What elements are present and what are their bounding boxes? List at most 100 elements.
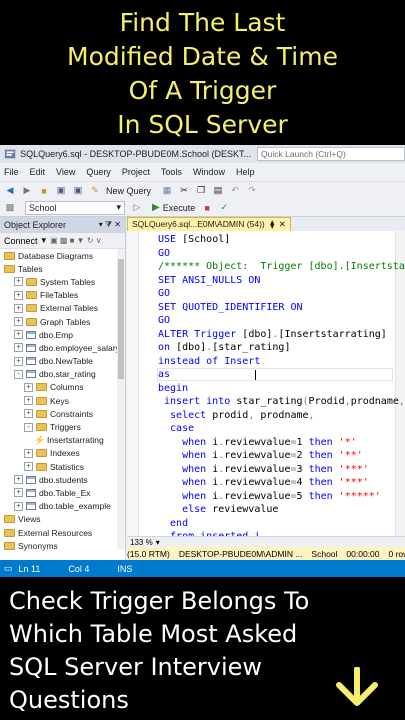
tree-item[interactable]: - Triggers (0, 420, 125, 433)
code-line: else reviewvalue (158, 503, 278, 517)
expand-icon[interactable]: + (24, 448, 33, 458)
expand-icon[interactable]: + (14, 343, 23, 353)
copy-icon[interactable]: ❐ (195, 185, 207, 197)
expand-icon[interactable]: + (14, 330, 23, 340)
expand-icon[interactable]: + (24, 409, 33, 419)
expand-icon[interactable]: + (14, 277, 23, 287)
expand-icon[interactable]: + (24, 396, 33, 406)
menu-help[interactable]: Help (236, 167, 255, 177)
expand-icon[interactable]: + (14, 475, 23, 485)
expand-icon[interactable]: + (24, 382, 33, 392)
db-query-icon[interactable]: ▦ (161, 185, 173, 197)
menu-view[interactable]: View (56, 167, 75, 177)
connect-dropdown-icon[interactable]: ▾ (42, 235, 47, 246)
object-explorer-toolbar: Connect ▾ ▣ ▩ ■ ▼ ↻ ∨ (0, 233, 125, 249)
tree-item[interactable]: + Columns (0, 381, 125, 394)
collapse-icon[interactable]: - (14, 369, 23, 379)
tree-item[interactable]: Database Diagrams (0, 249, 125, 262)
tree-item[interactable]: Synonyms (0, 539, 125, 552)
tree-item[interactable]: + dbo.Table_Ex (0, 486, 125, 499)
zoom-level[interactable]: 133 % (130, 538, 153, 547)
tree-item[interactable]: Tables (0, 262, 125, 275)
code-token: reviewvalue (224, 436, 291, 448)
code-token: insert into (158, 396, 237, 407)
code-token: 5 (296, 490, 309, 502)
code-line: SET ANSI_NULLS ON (158, 274, 260, 288)
tree-item[interactable]: + dbo.NewTable (0, 355, 125, 368)
tree-item[interactable]: + Statistics (0, 460, 125, 473)
tree-item[interactable]: + Indexes (0, 447, 125, 460)
code-line: when i.reviewvalue=3 then '***' (158, 463, 369, 477)
new-query-icon[interactable]: ✎ (89, 185, 101, 197)
tree-item[interactable]: + External Tables (0, 302, 125, 315)
expand-icon[interactable]: + (14, 290, 23, 300)
tree-item[interactable]: + Graph Tables (0, 315, 125, 328)
tree-item-label: Graph Tables (40, 316, 91, 327)
new-query-button[interactable]: New Query (106, 186, 151, 196)
code-area[interactable]: USE [School] GO/****** Object: Trigger [d… (127, 231, 405, 536)
object-explorer-filter-icon[interactable]: ▩ (4, 202, 16, 214)
undo-icon[interactable]: ↶ (229, 185, 241, 197)
save-icon[interactable]: ▣ (55, 185, 67, 197)
code-line: SET QUOTED_IDENTIFIER ON (158, 301, 303, 315)
tree-item[interactable]: - dbo.star_rating (0, 368, 125, 381)
check-icon[interactable]: ✓ (218, 202, 230, 214)
code-token: ,R (398, 396, 405, 407)
tree-item[interactable]: + System Tables (0, 275, 125, 288)
expand-icon[interactable]: + (14, 303, 23, 313)
tree-item[interactable]: ⚡ Insertstarrating (0, 434, 125, 447)
execute-button[interactable]: ▶ Execute (152, 202, 195, 213)
tree-item[interactable]: External Resources (0, 526, 125, 539)
expand-icon[interactable]: + (24, 462, 33, 472)
menu-tools[interactable]: Tools (161, 167, 182, 177)
debug-icon[interactable]: ▷ (131, 202, 143, 214)
expand-icon[interactable]: + (14, 317, 23, 327)
tree-item[interactable]: + Constraints (0, 407, 125, 420)
scrollbar-thumb[interactable] (118, 259, 124, 379)
open-file-icon[interactable]: ■ (38, 185, 50, 197)
code-line: when i.reviewvalue=5 then '*****' (158, 490, 381, 504)
paste-icon[interactable]: ▤ (212, 185, 224, 197)
code-line: select prodid, prodname, (158, 409, 315, 423)
tree-item[interactable]: Views (0, 513, 125, 526)
menu-project[interactable]: Project (122, 167, 150, 177)
pin-icon[interactable]: ⧫ (270, 219, 274, 229)
expand-icon[interactable]: + (14, 356, 23, 366)
table-icon (26, 330, 36, 339)
tree-item[interactable]: + dbo.Emp (0, 328, 125, 341)
cut-icon[interactable]: ✂ (178, 185, 190, 197)
expand-icon[interactable]: + (14, 488, 23, 498)
menu-file[interactable]: File (4, 167, 19, 177)
back-icon[interactable]: ◀ (4, 185, 16, 197)
menu-edit[interactable]: Edit (30, 167, 46, 177)
close-icon[interactable]: ✕ (279, 219, 286, 229)
tree-item[interactable]: + Keys (0, 394, 125, 407)
zoom-dropdown-icon[interactable]: ▾ (156, 538, 160, 547)
execute-play-icon: ▶ (152, 202, 160, 213)
current-line-highlight (157, 368, 393, 381)
tree-item[interactable]: + dbo.students (0, 473, 125, 486)
code-token: [dbo] (176, 342, 207, 353)
stop-icon[interactable]: ■ (201, 202, 213, 214)
tree-item-label: Keys (50, 395, 69, 406)
editor-tabstrip: SQLQuery6.sql...E0M\ADMIN (54)) ⧫ ✕ (127, 217, 405, 231)
quick-launch-input[interactable]: Quick Launch (Ctrl+Q) (257, 147, 405, 161)
ssms-app-icon (4, 149, 16, 159)
collapse-icon[interactable]: - (24, 422, 33, 432)
menu-query[interactable]: Query (86, 167, 111, 177)
database-select[interactable]: School ▾ (25, 200, 125, 215)
tree-item[interactable]: + dbo.table_example (0, 500, 125, 513)
redo-icon[interactable]: ↷ (246, 185, 258, 197)
expand-icon[interactable]: + (14, 501, 23, 511)
pin-close-icons[interactable]: ▾ ⧩ ✕ (99, 220, 121, 230)
tree-item[interactable]: + FileTables (0, 289, 125, 302)
oe-toolbar-icons[interactable]: ▣ ▩ ■ ▼ ↻ ∨ (50, 236, 102, 245)
code-scrollbar[interactable] (395, 231, 405, 536)
menu-window[interactable]: Window (193, 167, 225, 177)
tree-item[interactable]: + dbo.employee_salary (0, 341, 125, 354)
tab-sqlquery6[interactable]: SQLQuery6.sql...E0M\ADMIN (54)) ⧫ ✕ (127, 217, 291, 231)
forward-icon[interactable]: ▶ (21, 185, 33, 197)
object-explorer-scrollbar[interactable] (117, 249, 125, 549)
save-all-icon[interactable]: ▣ (72, 185, 84, 197)
connect-button[interactable]: Connect (4, 236, 38, 246)
